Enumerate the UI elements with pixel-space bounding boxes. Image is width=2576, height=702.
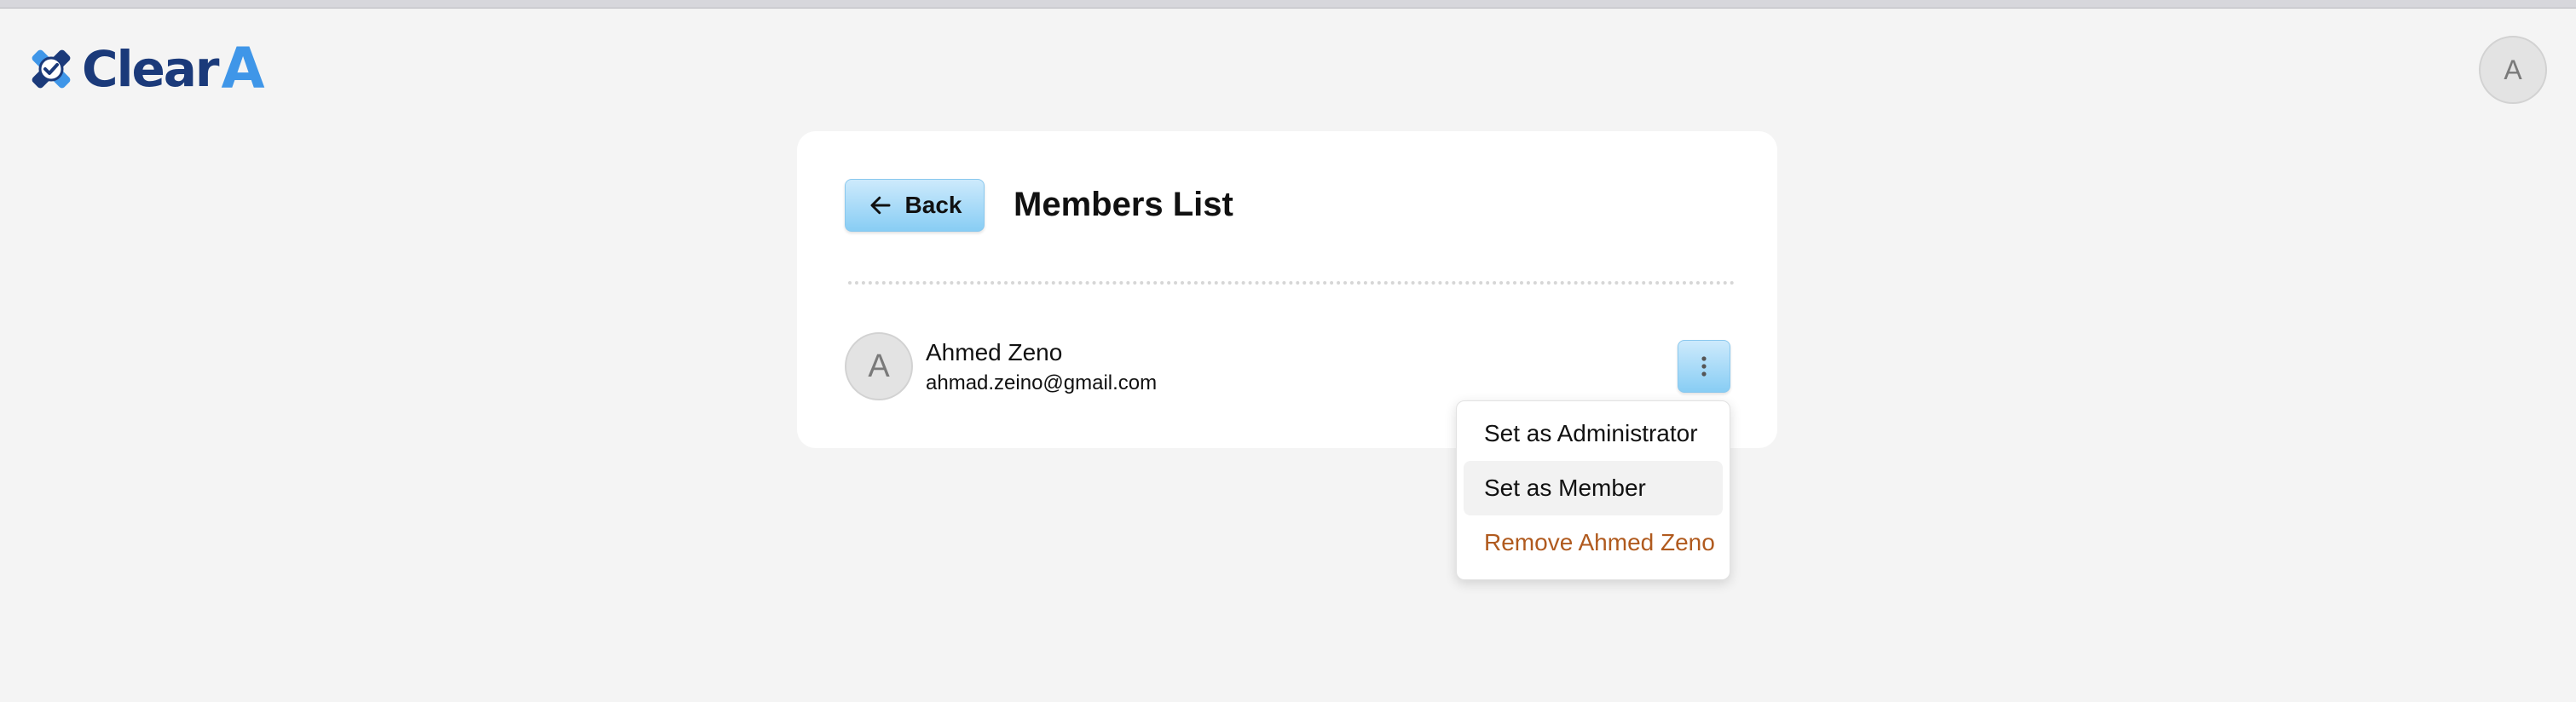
logo-text: Clear (82, 40, 220, 98)
logo-accent-text: A (221, 36, 265, 101)
member-email: ahmad.zeino@gmail.com (926, 371, 1158, 394)
arrow-left-icon (870, 196, 891, 215)
kebab-menu-icon (1701, 356, 1707, 377)
member-options-button[interactable] (1678, 340, 1730, 393)
member-name: Ahmed Zeno (926, 339, 1063, 365)
member-avatar: A (845, 332, 913, 400)
back-button-label: Back (904, 192, 962, 218)
user-avatar[interactable]: A (2479, 36, 2547, 104)
page-title: Members List (1014, 186, 1233, 223)
back-button[interactable]: Back (845, 179, 985, 232)
member-options-menu: Set as Administrator Set as Member Remov… (1456, 400, 1730, 580)
browser-top-strip (0, 0, 2576, 9)
divider (848, 281, 1735, 285)
logo-mark-icon (32, 49, 71, 89)
menu-item-remove-member[interactable]: Remove Ahmed Zeno (1464, 515, 1723, 570)
menu-item-set-administrator[interactable]: Set as Administrator (1464, 406, 1723, 461)
menu-item-set-member[interactable]: Set as Member (1464, 461, 1723, 515)
app-logo[interactable]: Clear A (24, 36, 265, 101)
